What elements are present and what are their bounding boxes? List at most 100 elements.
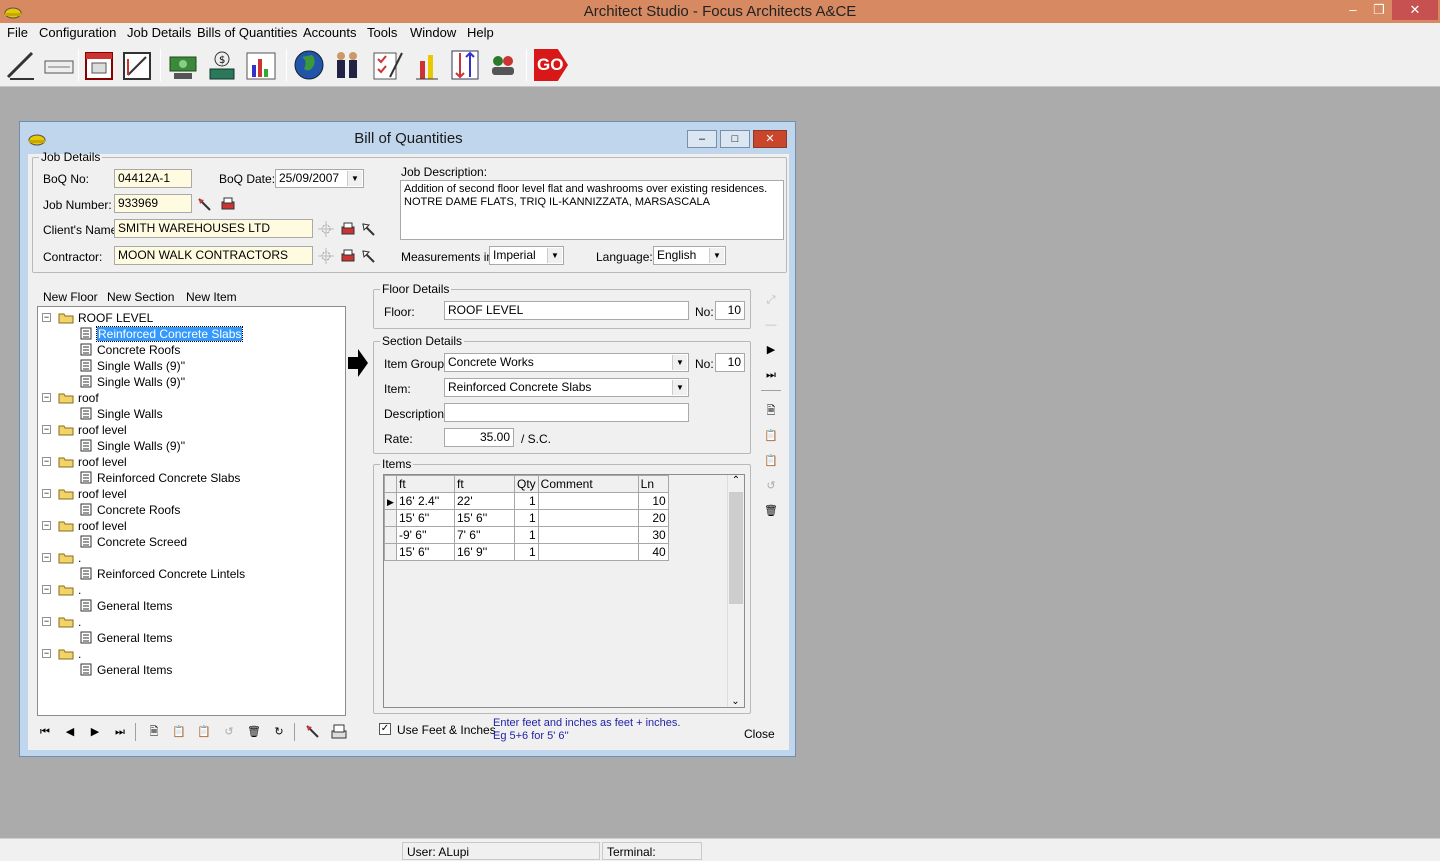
tree-floor-node[interactable]: −. <box>42 614 342 630</box>
col-qty[interactable]: Qty <box>514 475 539 493</box>
grid-cell[interactable]: 15' 6'' <box>396 509 455 527</box>
keyboard-icon[interactable] <box>42 47 76 83</box>
collapse-toggle[interactable]: − <box>42 393 51 402</box>
col-ft-2[interactable]: ft <box>454 475 515 493</box>
contractor-edit-icon[interactable] <box>360 247 378 265</box>
previous-item-icon[interactable]: — <box>761 315 781 335</box>
use-feet-label[interactable]: Use Feet & Inches <box>397 723 496 737</box>
floor-no-field[interactable]: 10 <box>715 301 745 320</box>
table-row[interactable]: 15' 6'' 15' 6'' 1 20 <box>384 509 669 527</box>
undo-icon[interactable]: ↺ <box>218 722 240 742</box>
last-item-icon[interactable]: ⏭ <box>761 365 781 385</box>
boq-tree[interactable]: − ROOF LEVEL Reinforced Concrete Slabs Conc… <box>37 306 346 716</box>
grid-cell[interactable] <box>537 543 639 561</box>
grid-cell[interactable] <box>537 492 639 510</box>
boq-date-picker[interactable]: 25/09/2007 ▼ <box>275 169 364 188</box>
edit-pen-icon[interactable] <box>303 722 323 742</box>
chevron-down-icon[interactable]: ⌄ <box>728 696 743 707</box>
grid-cell[interactable] <box>537 509 639 527</box>
previous-record-button[interactable]: ◀ <box>59 722 81 742</box>
item-group-select[interactable]: Concrete Works ▼ <box>444 353 689 372</box>
grid-cell[interactable] <box>537 526 639 544</box>
client-edit-icon[interactable] <box>360 220 378 238</box>
menu-job-details[interactable]: Job Details <box>127 25 191 40</box>
row-header[interactable] <box>384 543 397 561</box>
drawing-board-icon[interactable] <box>120 47 154 83</box>
tree-floor-node[interactable]: − roof level <box>42 518 342 534</box>
menu-file[interactable]: File <box>7 25 28 40</box>
tree-floor-node[interactable]: −. <box>42 582 342 598</box>
collapse-toggle[interactable]: − <box>42 585 51 594</box>
tree-item-node[interactable]: Concrete Screed <box>42 534 342 550</box>
col-ft-1[interactable]: ft <box>396 475 455 493</box>
tree-item-node[interactable]: Reinforced Concrete Slabs <box>42 470 342 486</box>
print-icon[interactable] <box>329 722 349 742</box>
table-row[interactable]: ▶ 16' 2.4'' 22' 1 10 <box>384 492 669 510</box>
grid-cell[interactable]: 16' 2.4'' <box>396 492 455 510</box>
refresh-icon[interactable]: ↻ <box>268 722 290 742</box>
people-icon[interactable] <box>330 47 364 83</box>
tree-floor-node[interactable]: − roof level <box>42 454 342 470</box>
first-item-icon[interactable]: ⤢ <box>761 290 781 310</box>
job-number-field[interactable]: 933969 <box>114 194 192 213</box>
cash-register-icon[interactable]: $ <box>204 47 238 83</box>
grid-cell[interactable]: 15' 6'' <box>454 509 515 527</box>
tree-item-node[interactable]: Single Walls (9)'' <box>42 358 342 374</box>
money-icon[interactable] <box>166 47 200 83</box>
last-record-button[interactable]: ⏭ <box>109 722 131 742</box>
tree-floor-node[interactable]: −. <box>42 646 342 662</box>
restore-button[interactable]: ❐ <box>1366 0 1392 20</box>
tree-item-node[interactable]: Concrete Roofs <box>42 342 342 358</box>
section-no-field[interactable]: 10 <box>715 353 745 372</box>
copy-item-icon[interactable]: 📋 <box>761 426 781 446</box>
checklist-icon[interactable] <box>370 47 404 83</box>
collapse-toggle[interactable]: − <box>42 521 51 530</box>
tree-floor-node[interactable]: − roof level <box>42 422 342 438</box>
paste-item-icon[interactable]: 📋 <box>761 451 781 471</box>
description-field[interactable] <box>444 403 689 422</box>
chart-icon[interactable] <box>244 47 278 83</box>
client-field[interactable]: SMITH WAREHOUSES LTD <box>114 219 313 238</box>
grid-cell[interactable]: 20 <box>637 509 669 527</box>
items-scrollbar[interactable]: ⌃ ⌄ <box>727 475 744 707</box>
grid-cell[interactable]: 16' 9'' <box>454 543 515 561</box>
grid-cell[interactable]: 30 <box>637 526 669 544</box>
collapse-toggle[interactable]: − <box>42 489 51 498</box>
contractor-field[interactable]: MOON WALK CONTRACTORS <box>114 246 313 265</box>
delete-icon[interactable]: 🗑 <box>243 722 265 742</box>
tree-item-node[interactable]: Reinforced Concrete Slabs <box>42 326 342 342</box>
items-grid[interactable]: ft ft Qty Comment Ln ▶ 16' 2.4'' 22' 1 10 15'… <box>384 475 669 561</box>
job-description-field[interactable]: Addition of second floor level flat and … <box>400 180 784 240</box>
menu-help[interactable]: Help <box>467 25 494 40</box>
dialog-close-button[interactable]: ✕ <box>753 130 787 148</box>
chevron-down-icon[interactable]: ▼ <box>547 248 562 263</box>
dialog-maximize-button[interactable]: □ <box>720 130 750 148</box>
menu-window[interactable]: Window <box>410 25 456 40</box>
new-item-icon[interactable]: 🗎 <box>761 401 781 421</box>
collapse-toggle[interactable]: − <box>42 425 51 434</box>
menu-configuration[interactable]: Configuration <box>39 25 116 40</box>
new-document-icon[interactable]: 🗎 <box>143 722 165 742</box>
grid-cell[interactable]: 1 <box>514 543 539 561</box>
dialog-minimize-button[interactable]: – <box>687 130 717 148</box>
new-floor-button[interactable]: New Floor <box>43 290 98 304</box>
client-print-icon[interactable] <box>339 220 357 238</box>
menu-accounts[interactable]: Accounts <box>303 25 356 40</box>
sort-icon[interactable] <box>448 47 482 83</box>
grid-cell[interactable]: 40 <box>637 543 669 561</box>
row-header[interactable] <box>384 526 397 544</box>
grid-cell[interactable]: 22' <box>454 492 515 510</box>
col-ln[interactable]: Ln <box>637 475 669 493</box>
menu-bills-of-quantities[interactable]: Bills of Quantities <box>197 25 297 40</box>
next-record-button[interactable]: ▶ <box>84 722 106 742</box>
next-item-icon[interactable]: ▶ <box>761 340 781 360</box>
chevron-down-icon[interactable]: ▼ <box>347 171 362 186</box>
measurements-select[interactable]: Imperial ▼ <box>489 246 564 265</box>
contractor-lookup-icon[interactable] <box>317 247 335 265</box>
tree-item-node[interactable]: General Items <box>42 598 342 614</box>
item-select[interactable]: Reinforced Concrete Slabs ▼ <box>444 378 689 397</box>
tree-floor-node[interactable]: −. <box>42 550 342 566</box>
globe-icon[interactable] <box>292 47 326 83</box>
tree-item-node[interactable]: Single Walls (9)'' <box>42 374 342 390</box>
minimize-button[interactable]: – <box>1340 0 1366 20</box>
